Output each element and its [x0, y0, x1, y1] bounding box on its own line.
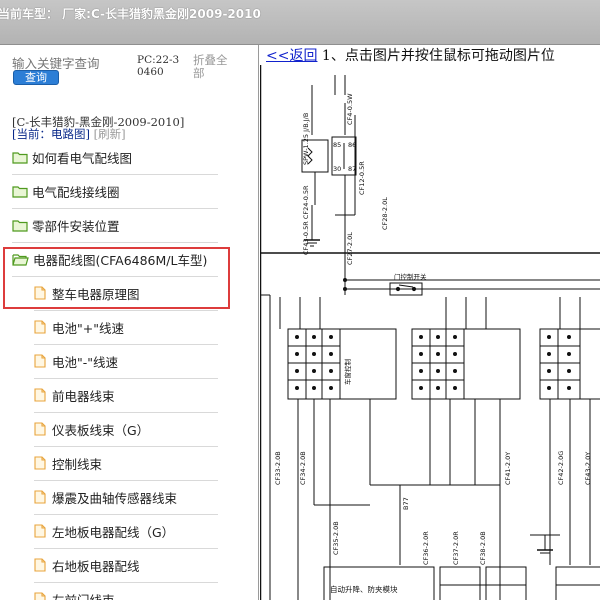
- tree-item-label: 控制线束: [52, 456, 103, 472]
- tree-item-file[interactable]: 右地板电器配线: [34, 548, 218, 583]
- tree-item-folder[interactable]: 电气配线接线圈: [12, 174, 218, 209]
- tree-item-file[interactable]: 爆震及曲轴传感器线束: [34, 480, 218, 515]
- wire-label: CF42-2.0G: [557, 451, 565, 485]
- search-button[interactable]: 查询: [13, 70, 59, 85]
- module-label: 自动升降、防夹模块: [330, 584, 398, 594]
- relay-pin-label: 85: [333, 141, 341, 149]
- tree-item-label: 电气配线接线圈: [32, 184, 120, 200]
- wire-label: CF33-2.0B: [274, 451, 282, 485]
- file-icon: [34, 524, 46, 538]
- file-icon: [34, 388, 46, 402]
- current-vehicle-title: 当前车型： 厂家:C-长丰猎豹黑金刚2009-2010: [0, 7, 261, 21]
- tree-item-file[interactable]: 控制线束: [34, 446, 218, 481]
- relay-pin-label: 87: [348, 165, 356, 173]
- tree-item-folder[interactable]: 电器配线图(CFA6486M/L车型): [12, 242, 218, 277]
- file-icon: [34, 320, 46, 334]
- box-label: 车窗控制: [343, 359, 352, 386]
- instruction-bar: <<返回 1、点击图片并按住鼠标可拖动图片位: [266, 45, 555, 65]
- tree-item-label: 整车电器原理图: [52, 286, 140, 302]
- tree-item-label: 零部件安装位置: [32, 218, 120, 234]
- folder-icon: [12, 219, 28, 232]
- tree-item-label: 电器配线图(CFA6486M/L车型): [33, 252, 208, 268]
- main-content: <<返回 1、点击图片并按住鼠标可拖动图片位 SPW-1.25 J/B.J/B …: [260, 45, 600, 600]
- tree-item-label: 前电器线束: [52, 388, 115, 404]
- tree-item-label: 左地板电器配线（G）: [52, 524, 175, 540]
- breadcrumb: [C-长丰猎豹-黑金刚-2009-2010] [当前：电路图] [刷新]: [12, 116, 184, 140]
- relay-pin-label: 30: [333, 165, 341, 173]
- tree-item-file[interactable]: 左前门线束: [34, 582, 218, 600]
- tree-item-label: 左前门线束: [52, 592, 115, 600]
- wire-label: CF35-2.0B: [332, 521, 340, 555]
- wire-label: CF34-2.0B: [299, 451, 307, 485]
- file-icon: [34, 456, 46, 470]
- tree-item-file[interactable]: 电池"+"线速: [34, 310, 218, 345]
- tree-item-label: 电池"-"线速: [52, 354, 119, 370]
- wire-label: CF28-2.0L: [381, 197, 389, 230]
- tree-item-file[interactable]: 仪表板线束（G）: [34, 412, 218, 447]
- wire-label: CF4-0.5W: [346, 93, 354, 125]
- file-icon: [34, 286, 46, 300]
- tree-item-file[interactable]: 左地板电器配线（G）: [34, 514, 218, 549]
- tree-item-file[interactable]: 前电器线束: [34, 378, 218, 413]
- switch-label: 门控制开关: [394, 272, 427, 281]
- fuse-label: B77: [402, 497, 410, 510]
- search-input[interactable]: [12, 55, 126, 71]
- tree-item-folder[interactable]: 如何看电气配线图: [12, 140, 218, 175]
- wire-label: CF43-0.5R CF24-0.5R: [302, 185, 310, 255]
- sidebar: 查询 PC:22-30460 折叠全部 [C-长丰猎豹-黑金刚-2009-201…: [0, 45, 259, 600]
- tree-item-label: 仪表板线束（G）: [52, 422, 150, 438]
- tree-item-label: 如何看电气配线图: [32, 150, 133, 166]
- pc-code: PC:22-30460: [137, 54, 180, 78]
- instruction-text: 1、点击图片并按住鼠标可拖动图片位: [317, 48, 555, 64]
- tree-item-label: 爆震及曲轴传感器线束: [52, 490, 178, 506]
- folder-open-icon: [12, 253, 29, 266]
- wire-label: CF37-2.0R: [452, 531, 460, 565]
- collapse-all-link[interactable]: 折叠全部: [193, 54, 237, 80]
- wire-label: CF27-2.0L: [346, 232, 354, 265]
- wire-label: CF36-2.0R: [422, 531, 430, 565]
- wiring-diagram-viewer[interactable]: SPW-1.25 J/B.J/B CF4-0.5W 85 86 30 87 CF…: [260, 65, 600, 600]
- tree-item-file[interactable]: 整车电器原理图: [34, 276, 218, 311]
- tree-item-label: 电池"+"线速: [52, 320, 124, 336]
- file-icon: [34, 490, 46, 504]
- file-icon: [34, 354, 46, 368]
- file-icon: [34, 422, 46, 436]
- breadcrumb-current: [当前：电路图]: [12, 127, 90, 141]
- wire-label: CF12-0.5R: [358, 161, 366, 195]
- wiring-diagram[interactable]: SPW-1.25 J/B.J/B CF4-0.5W 85 86 30 87 CF…: [260, 65, 600, 600]
- wire-label: CF43-2.0Y: [584, 452, 592, 485]
- back-link[interactable]: <<返回: [266, 48, 317, 64]
- file-icon: [34, 558, 46, 572]
- wire-label: CF41-2.0Y: [504, 452, 512, 485]
- top-bar: 当前车型： 厂家:C-长丰猎豹黑金刚2009-2010: [0, 0, 600, 45]
- wire-label: CF38-2.0B: [479, 531, 487, 565]
- tree-item-folder[interactable]: 零部件安装位置: [12, 208, 218, 243]
- refresh-link[interactable]: [刷新]: [94, 127, 126, 141]
- folder-icon: [12, 151, 28, 164]
- relay-pin-label: 86: [348, 141, 356, 149]
- folder-icon: [12, 185, 28, 198]
- tree-item-label: 右地板电器配线: [52, 558, 140, 574]
- wire-label: SPW-1.25 J/B.J/B: [302, 113, 310, 165]
- file-icon: [34, 592, 46, 600]
- tree-item-file[interactable]: 电池"-"线速: [34, 344, 218, 379]
